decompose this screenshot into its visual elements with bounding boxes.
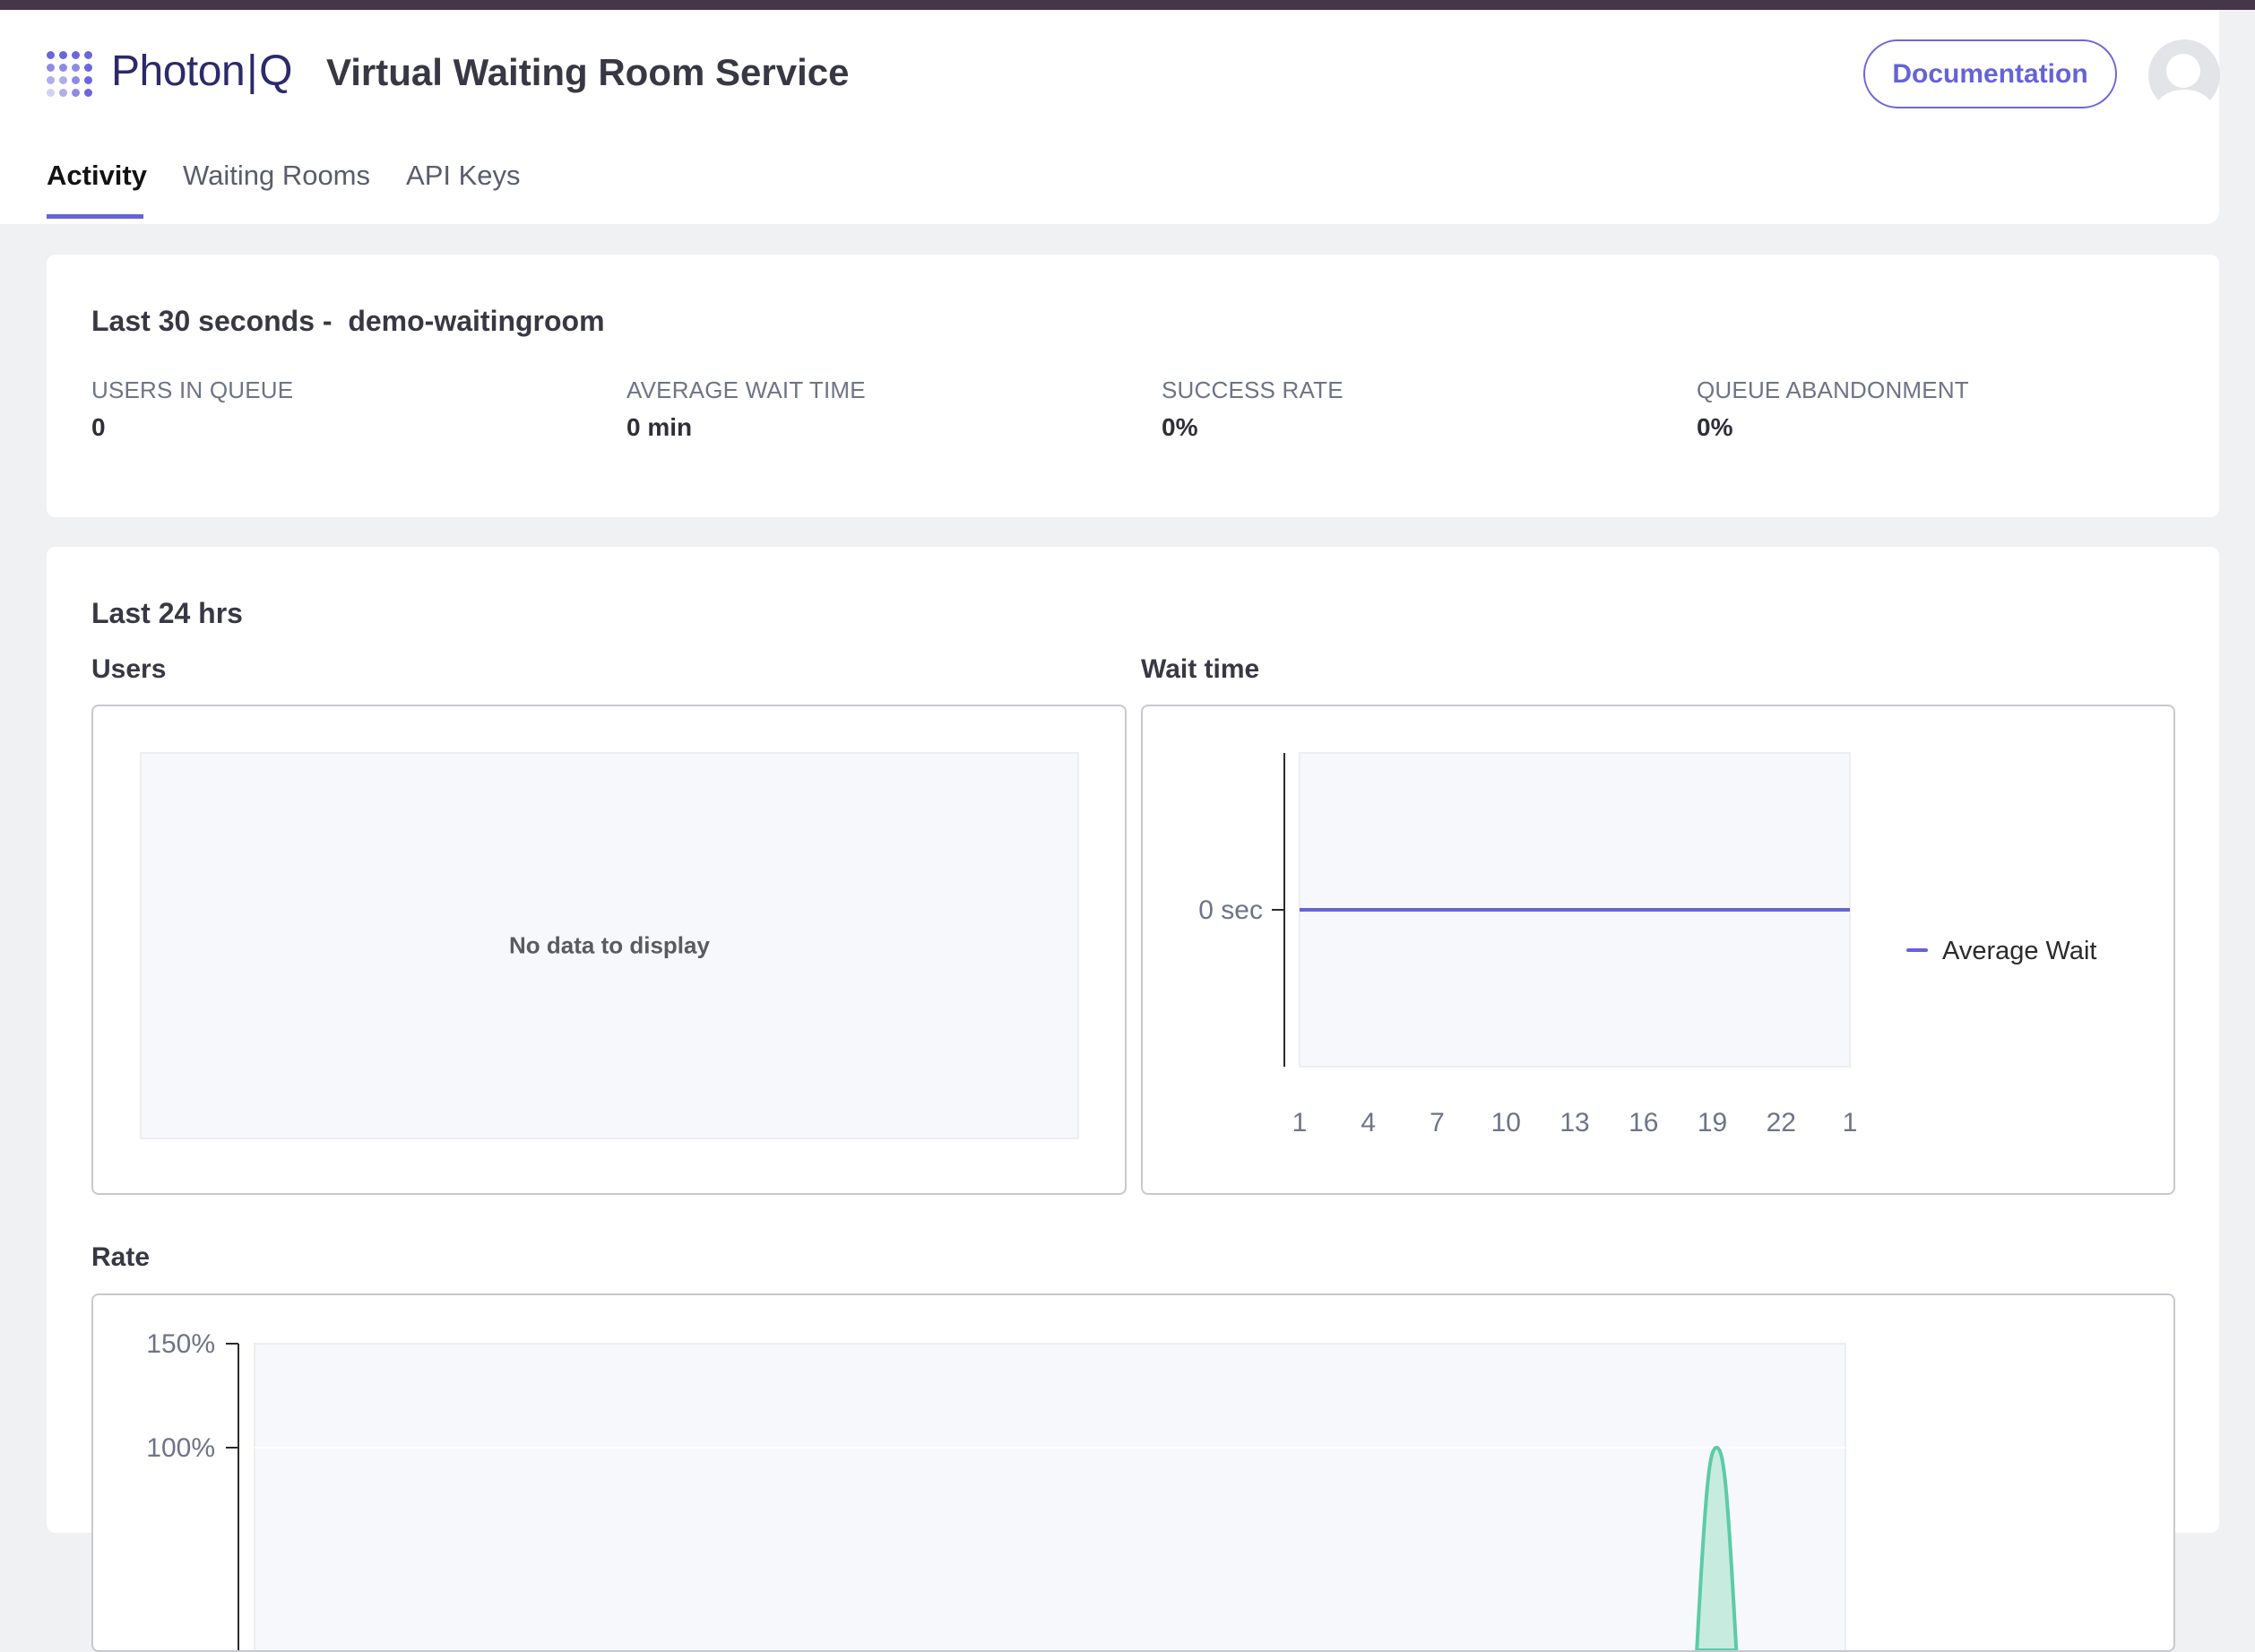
logo-dot xyxy=(59,51,67,59)
history-card: Last 24 hrs Users Wait time No data to d… xyxy=(47,547,2219,1652)
stat-value-users-in-queue: 0 xyxy=(91,413,106,441)
logo-dot xyxy=(84,64,92,72)
brand-logo[interactable]: Photon|Q xyxy=(111,47,292,96)
stat-value-success-rate: 0% xyxy=(1162,413,1198,441)
wait-time-chart: 0 sec 1 4 7 10 13 16 19 22 1 Average Wait xyxy=(1141,705,2175,1195)
active-tab-indicator xyxy=(47,214,143,219)
tab-api-keys[interactable]: API Keys xyxy=(406,160,521,197)
logo-dot xyxy=(72,64,80,72)
wait-time-chart-label: Wait time xyxy=(1141,654,1260,684)
stat-value-average-wait-time: 0 min xyxy=(626,413,693,441)
logo-dot xyxy=(47,64,55,72)
wait-x-tick-label: 4 xyxy=(1361,1108,1376,1137)
users-chart: No data to display xyxy=(91,705,1127,1195)
brand-suffix: Q xyxy=(259,48,292,95)
logo-dot xyxy=(59,89,67,97)
main-tabs: Activity Waiting Rooms API Keys xyxy=(47,160,521,197)
wait-y-tick-label: 0 sec xyxy=(1198,895,1263,925)
rate-chart-svg: 150% 100% xyxy=(146,1329,1846,1650)
user-avatar[interactable] xyxy=(2148,39,2220,111)
realtime-title-prefix: Last 30 seconds - xyxy=(91,305,341,337)
logo-dot xyxy=(47,76,55,84)
realtime-title: Last 30 seconds - demo-waitingroom xyxy=(91,305,605,338)
logo-dot xyxy=(84,76,92,84)
app-title: Virtual Waiting Room Service xyxy=(326,51,850,93)
realtime-stats-card: Last 30 seconds - demo-waitingroom USERS… xyxy=(47,255,2219,517)
documentation-button[interactable]: Documentation xyxy=(1863,39,2117,108)
logo-dot xyxy=(47,89,55,97)
brand-separator: | xyxy=(246,48,258,95)
users-chart-empty-message: No data to display xyxy=(509,931,710,959)
stat-label-success-rate: SUCCESS RATE xyxy=(1162,376,1343,403)
rate-chart: 150% 100% xyxy=(91,1293,2175,1652)
wait-x-tick-label: 13 xyxy=(1559,1108,1589,1137)
stat-label-queue-abandonment: QUEUE ABANDONMENT xyxy=(1697,376,1969,403)
wait-x-tick-label: 10 xyxy=(1491,1108,1521,1137)
tab-waiting-rooms[interactable]: Waiting Rooms xyxy=(183,160,370,197)
brand-name: Photon xyxy=(111,48,246,95)
legend-average-wait-label: Average Wait xyxy=(1942,937,2096,965)
stat-value-queue-abandonment: 0% xyxy=(1697,413,1733,441)
logo-dot xyxy=(84,89,92,97)
wait-x-tick-label: 1 xyxy=(1292,1108,1308,1137)
logo-dot xyxy=(72,89,80,97)
wait-x-tick-label: 7 xyxy=(1430,1108,1445,1137)
wait-x-tick-label: 1 xyxy=(1843,1108,1858,1137)
tab-activity[interactable]: Activity xyxy=(47,160,147,197)
wait-x-tick-label: 22 xyxy=(1767,1108,1796,1137)
waiting-room-name: demo-waitingroom xyxy=(348,305,605,337)
avatar-head-icon xyxy=(2166,54,2200,88)
history-title: Last 24 hrs xyxy=(91,597,243,629)
top-accent-bar xyxy=(0,0,2255,10)
users-chart-label: Users xyxy=(91,654,167,684)
avatar-body-icon xyxy=(2156,90,2213,111)
rate-plot-area xyxy=(254,1343,1846,1650)
users-chart-plot-area: No data to display xyxy=(140,752,1079,1139)
logo-dot xyxy=(59,64,67,72)
photoniq-logo-icon xyxy=(47,51,95,98)
logo-dot xyxy=(84,51,92,59)
wait-time-chart-svg: 0 sec 1 4 7 10 13 16 19 22 1 Average Wait xyxy=(1198,752,2096,1137)
logo-dot xyxy=(47,51,55,59)
logo-dot xyxy=(72,51,80,59)
rate-chart-label: Rate xyxy=(91,1242,151,1272)
logo-dot xyxy=(59,76,67,84)
stat-label-average-wait-time: AVERAGE WAIT TIME xyxy=(626,376,866,403)
rate-y-tick-label: 150% xyxy=(146,1329,215,1359)
wait-x-tick-label: 19 xyxy=(1698,1108,1727,1137)
logo-dot xyxy=(72,76,80,84)
wait-x-tick-label: 16 xyxy=(1629,1108,1658,1137)
rate-y-tick-label: 100% xyxy=(146,1433,215,1463)
stat-label-users-in-queue: USERS IN QUEUE xyxy=(91,376,294,403)
